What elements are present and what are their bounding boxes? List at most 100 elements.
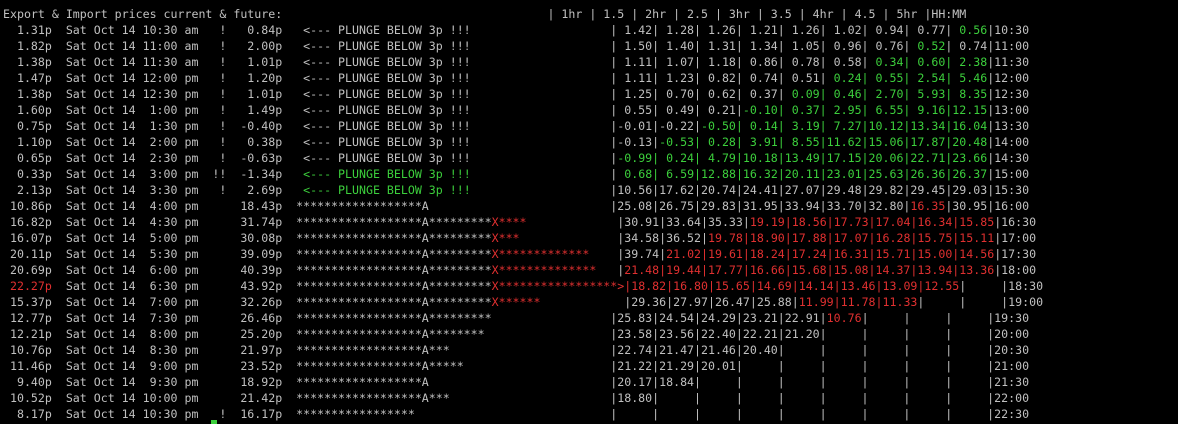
terminal-text-segment: 2.13p Sat Oct 14 3:30 pm ! 2.69p <box>3 183 304 197</box>
terminal-text-segment: 16.82p Sat Oct 14 4:30 pm 31.74p *******… <box>3 215 492 229</box>
terminal-text-segment: 1.38p Sat Oct 14 12:30 pm ! 1.01p <--- P… <box>3 87 785 101</box>
terminal-text-segment: 1.10p Sat Oct 14 2:00 pm ! 0.38p <--- PL… <box>3 135 660 149</box>
price-row: 22.27p Sat Oct 14 6:30 pm 43.92p *******… <box>3 278 1178 294</box>
price-row: 12.77p Sat Oct 14 7:30 pm 26.46p *******… <box>3 310 1178 326</box>
terminal-text-segment: |16:30 <box>994 215 1037 229</box>
price-row: 1.82p Sat Oct 14 11:00 am ! 2.00p <--- P… <box>3 38 1178 54</box>
price-row: 2.13p Sat Oct 14 3:30 pm ! 2.69p <--- PL… <box>3 182 1178 198</box>
terminal-text-segment: |17:30 <box>994 247 1037 261</box>
terminal-text-segment: | <box>596 263 625 277</box>
terminal-text-segment: 16.35 <box>910 199 946 213</box>
terminal-text-segment: -0.53| 0.28| 3.91| 8.55|11.62|15.06|17.8… <box>659 135 988 149</box>
terminal-text-segment: 1.47p Sat Oct 14 12:00 pm ! 1.20p <--- P… <box>3 71 827 85</box>
price-row: 1.47p Sat Oct 14 12:00 pm ! 1.20p <--- P… <box>3 70 1178 86</box>
terminal-text-segment: |11:30 <box>987 55 1030 69</box>
terminal-text-segment: 21.48|19.44|17.77|16.66|15.68|15.08|14.3… <box>624 263 995 277</box>
terminal-text-segment: |14:30 <box>987 151 1030 165</box>
terminal-text-segment: <--- PLUNGE BELOW 3p !!! <box>303 183 471 197</box>
terminal-text-segment: |10:30 <box>987 23 1030 37</box>
price-row: 1.60p Sat Oct 14 1:00 pm ! 1.49p <--- PL… <box>3 102 1178 118</box>
terminal-text-segment: 8.17p Sat Oct 14 10:30 pm ! 16.17p *****… <box>3 407 1030 421</box>
terminal-text-segment: |12:00 <box>987 71 1030 85</box>
terminal-text-segment: 0.65p Sat Oct 14 2:30 pm ! -0.63p <--- P… <box>3 151 618 165</box>
terminal-text-segment: 1.31p Sat Oct 14 10:30 am ! 0.84p <--- P… <box>3 23 953 37</box>
terminal-text-segment: 19.19|18.56|17.73|17.04|16.34|15.85 <box>749 215 995 229</box>
terminal-text-segment: |30.95|16:00 <box>945 199 1030 213</box>
terminal-text-segment: 1.38p Sat Oct 14 11:30 am ! 1.01p <--- P… <box>3 55 869 69</box>
terminal-text-segment: 12.77p Sat Oct 14 7:30 pm 26.46p *******… <box>3 311 827 325</box>
terminal-text-segment: | | |19:00 <box>917 295 1044 309</box>
terminal-text-segment: |10.56|17.62|20.74|24.41|27.07|29.48|29.… <box>470 183 1030 197</box>
terminal-text-segment: <--- PLUNGE BELOW 3p !!! <box>303 167 471 181</box>
price-row: 0.75p Sat Oct 14 1:30 pm ! -0.40p <--- P… <box>3 118 1178 134</box>
terminal-text-segment: | 1hr | 1.5 | 2hr | 2.5 | 3hr | 3.5 | 4h… <box>282 7 967 21</box>
price-row: 12.21p Sat Oct 14 8:00 pm 25.20p *******… <box>3 326 1178 342</box>
terminal-text-segment: X**** <box>491 215 527 229</box>
terminal-text-segment: 20.69p Sat Oct 14 6:00 pm 40.39p *******… <box>3 263 492 277</box>
terminal-cursor <box>211 420 217 424</box>
terminal-text-segment: 10.52p Sat Oct 14 10:00 pm 21.42p ******… <box>3 391 1030 405</box>
terminal-text-segment: 0.34| 0.60| 2.38 <box>868 55 988 69</box>
terminal-text-segment: Export & Import prices current & future: <box>3 7 283 21</box>
terminal-text-segment: 10.86p Sat Oct 14 4:00 pm 18.43p *******… <box>3 199 911 213</box>
price-row: 0.33p Sat Oct 14 3:00 pm !! -1.34p <--- … <box>3 166 1178 182</box>
terminal-text-segment: |17:00 <box>994 231 1037 245</box>
price-row: 10.86p Sat Oct 14 4:00 pm 18.43p *******… <box>3 198 1178 214</box>
price-row: 1.10p Sat Oct 14 2:00 pm ! 0.38p <--- PL… <box>3 134 1178 150</box>
terminal-text-segment: | |18:30 <box>959 279 1044 293</box>
terminal-text-segment: 0.24| 0.55| 2.54| 5.46 <box>826 71 988 85</box>
terminal-header-line: Export & Import prices current & future:… <box>3 6 1178 22</box>
terminal-text-segment: 21.02|19.61|18.24|17.24|16.31|15.71|15.0… <box>666 247 995 261</box>
price-row: 1.38p Sat Oct 14 11:30 am ! 1.01p <--- P… <box>3 54 1178 70</box>
terminal-text-segment: 1.60p Sat Oct 14 1:00 pm ! 1.49p <--- PL… <box>3 103 743 117</box>
price-row: 1.31p Sat Oct 14 10:30 am ! 0.84p <--- P… <box>3 22 1178 38</box>
terminal-text-segment: 0.33p Sat Oct 14 3:00 pm !! -1.34p <box>3 167 304 181</box>
terminal-text-segment: X*** <box>491 231 520 245</box>
price-row: 16.07p Sat Oct 14 5:00 pm 30.08p *******… <box>3 230 1178 246</box>
price-row: 9.40p Sat Oct 14 9:30 pm 18.92p ********… <box>3 374 1178 390</box>
price-row: 1.38p Sat Oct 14 12:30 pm ! 1.01p <--- P… <box>3 86 1178 102</box>
terminal-text-segment: -0.10| 0.37| 2.95| 6.55| 9.16|12.15 <box>742 103 988 117</box>
price-row: 10.52p Sat Oct 14 10:00 pm 21.42p ******… <box>3 390 1178 406</box>
terminal-text-segment: 0.75p Sat Oct 14 1:30 pm ! -0.40p <--- P… <box>3 119 702 133</box>
price-row: 8.17p Sat Oct 14 10:30 pm ! 16.17p *****… <box>3 406 1178 422</box>
terminal-text-segment: X************** <box>491 263 597 277</box>
terminal-text-segment: 11.46p Sat Oct 14 9:00 pm 23.52p *******… <box>3 359 1030 373</box>
price-row: 15.37p Sat Oct 14 7:00 pm 32.26p *******… <box>3 294 1178 310</box>
terminal-text-segment: 0.09| 0.46| 2.70| 5.93| 8.35 <box>784 87 988 101</box>
terminal-text-segment: | <box>470 167 618 181</box>
terminal-window[interactable]: Export & Import prices current & future:… <box>0 0 1178 424</box>
terminal-text-segment: 16.07p Sat Oct 14 5:00 pm 30.08p *******… <box>3 231 492 245</box>
terminal-text-segment: |30.91|33.64|35.33| <box>526 215 750 229</box>
terminal-text-segment: |15:00 <box>987 167 1030 181</box>
terminal-text-segment: Sat Oct 14 6:30 pm 43.92p **************… <box>51 279 492 293</box>
terminal-text-segment: X****** <box>491 295 541 309</box>
price-row: 20.11p Sat Oct 14 5:30 pm 39.09p *******… <box>3 246 1178 262</box>
terminal-text-segment: |39.74| <box>589 247 667 261</box>
terminal-text-segment: 22.27p <box>3 279 52 293</box>
terminal-text-segment: 15.37p Sat Oct 14 7:00 pm 32.26p *******… <box>3 295 492 309</box>
terminal-text-segment: 12.21p Sat Oct 14 8:00 pm 25.20p *******… <box>3 327 1030 341</box>
terminal-text-segment: |13:00 <box>987 103 1030 117</box>
terminal-text-segment: |34.58|36.52| <box>519 231 708 245</box>
price-row: 11.46p Sat Oct 14 9:00 pm 23.52p *******… <box>3 358 1178 374</box>
terminal-text-segment: 0.56 <box>952 23 988 37</box>
price-row: 20.69p Sat Oct 14 6:00 pm 40.39p *******… <box>3 262 1178 278</box>
terminal-text-segment: 10.76 <box>826 311 862 325</box>
terminal-text-segment: -0.50| 0.14| 3.19| 7.27|10.12|13.34|16.0… <box>701 119 988 133</box>
terminal-text-segment: 10.76p Sat Oct 14 8:30 pm 21.97p *******… <box>3 343 1030 357</box>
terminal-text-segment: |13:30 <box>987 119 1030 133</box>
terminal-text-segment: 0.68| 6.59|12.88|16.32|20.11|23.01|25.63… <box>617 167 988 181</box>
terminal-text-segment: X*****************>|18.82|16.80|15.65|14… <box>491 279 960 293</box>
terminal-text-segment: |18:00 <box>994 263 1037 277</box>
terminal-text-segment: | | | |19:30 <box>861 311 1030 325</box>
terminal-text-segment: |29.36|27.97|26.47|25.88| <box>540 295 799 309</box>
price-row: 16.82p Sat Oct 14 4:30 pm 31.74p *******… <box>3 214 1178 230</box>
terminal-text-segment: 1.82p Sat Oct 14 11:00 am ! 2.00p <--- P… <box>3 39 911 53</box>
terminal-text-segment: | 0.74|11:00 <box>945 39 1030 53</box>
terminal-text-segment: 19.78|18.90|17.88|17.07|16.28|15.75|15.1… <box>708 231 995 245</box>
terminal-text-segment: 9.40p Sat Oct 14 9:30 pm 18.92p ********… <box>3 375 1030 389</box>
terminal-text-segment: |14:00 <box>987 135 1030 149</box>
terminal-text-segment: 0.52 <box>910 39 946 53</box>
terminal-text-segment: |12:30 <box>987 87 1030 101</box>
